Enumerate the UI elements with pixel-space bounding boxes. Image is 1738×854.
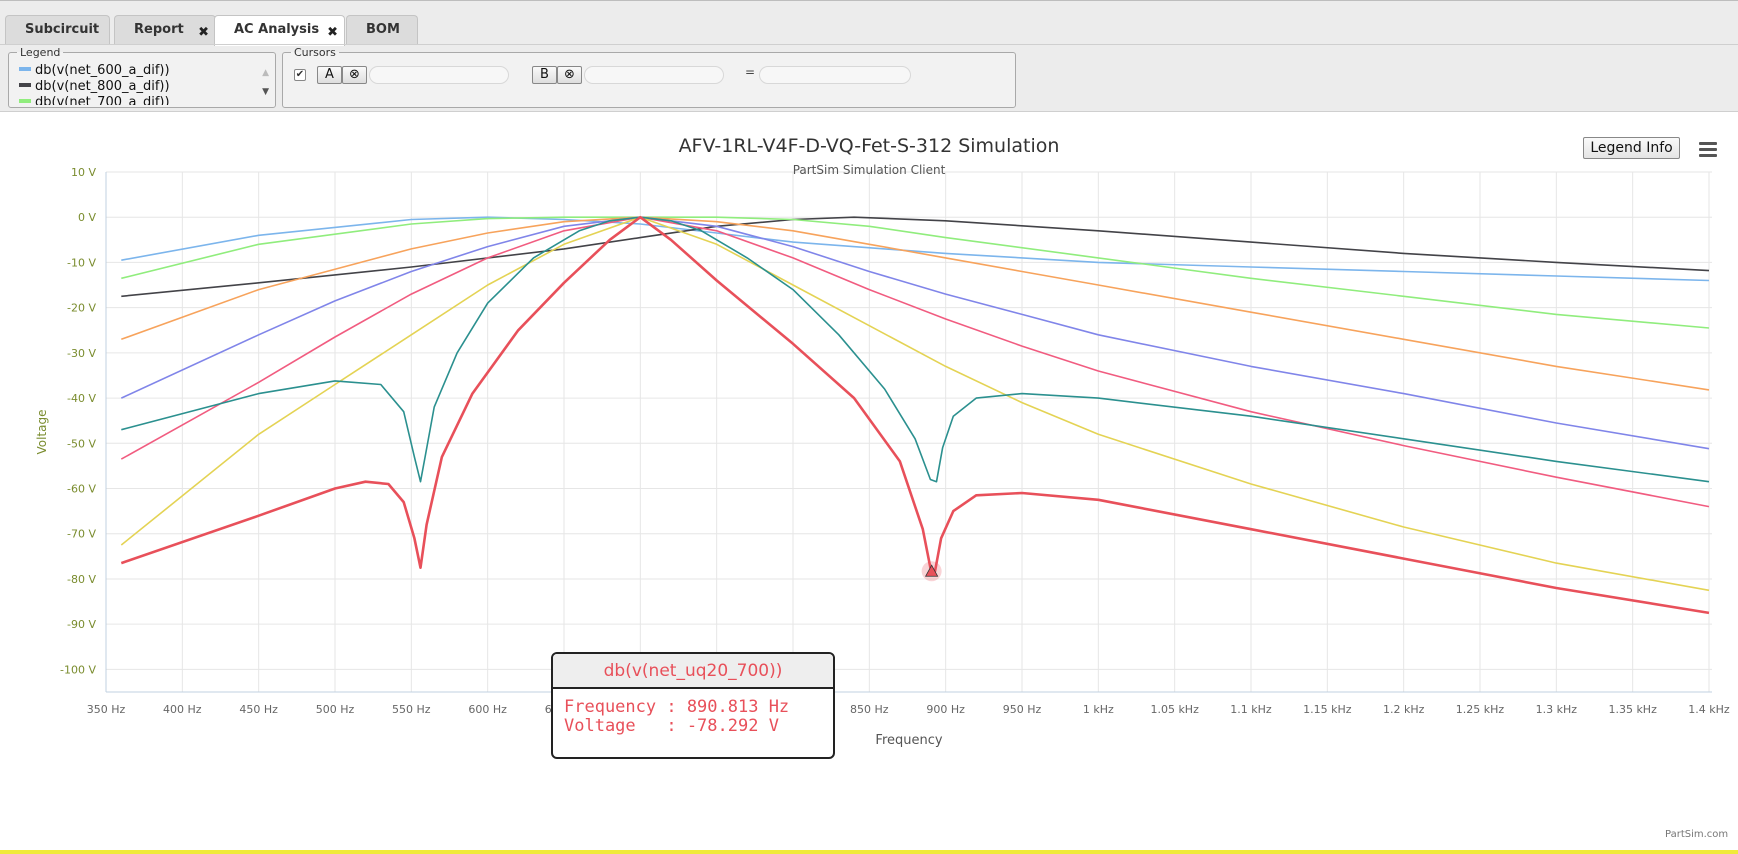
x-tick-label: 1.25 kHz <box>1456 703 1505 716</box>
y-tick-label: 0 V <box>78 211 96 224</box>
ac-analysis-chart[interactable]: 10 V0 V-10 V-20 V-30 V-40 V-50 V-60 V-70… <box>0 113 1738 854</box>
cursor-delta-field[interactable] <box>759 66 911 84</box>
cursors-enable-checkbox[interactable]: ✔ <box>294 69 306 81</box>
tab-subcircuit[interactable]: Subcircuit <box>5 15 110 44</box>
x-tick-label: 1.2 kHz <box>1383 703 1425 716</box>
x-tick-label: 1.4 kHz <box>1688 703 1730 716</box>
series-line <box>120 216 1710 508</box>
x-tick-label: 400 Hz <box>163 703 202 716</box>
y-tick-label: -50 V <box>67 437 96 450</box>
chart-container: 10 V0 V -10 V -20 V -30 V -40 V -50 V -60 V -70… <box>0 113 1738 854</box>
chart-title: AFV-1RL-V4F-D-VQ-Fet-S-312 Simulation <box>678 135 1060 157</box>
hamburger-menu-icon[interactable] <box>1696 139 1720 159</box>
series-swatch <box>19 83 31 87</box>
x-tick-label: 1.3 kHz <box>1536 703 1578 716</box>
cursor-a-button[interactable]: A <box>317 66 342 84</box>
tab-divider <box>0 44 1738 45</box>
legend-item[interactable]: db(v(net_700_a_dif)) <box>19 95 251 105</box>
x-tick-label: 550 Hz <box>392 703 431 716</box>
x-tick-label: 600 Hz <box>468 703 507 716</box>
y-tick-label: -90 V <box>67 618 96 631</box>
legend-panel-title: Legend <box>20 46 61 59</box>
x-tick-label: 1.05 kHz <box>1150 703 1199 716</box>
y-tick-label: -100 V <box>60 663 96 676</box>
x-axis-title: Frequency <box>875 733 942 748</box>
y-tick-label: -30 V <box>67 347 96 360</box>
x-tick-label: 500 Hz <box>316 703 355 716</box>
x-tick-label: 950 Hz <box>1003 703 1042 716</box>
y-tick-label: -10 V <box>67 256 96 269</box>
x-tick-label: 1.1 kHz <box>1230 703 1272 716</box>
equals-sign: = <box>745 65 756 79</box>
x-tick-label: 1 kHz <box>1083 703 1114 716</box>
clear-cursor-a-icon[interactable]: ⊗ <box>342 66 367 84</box>
series-line <box>120 215 1710 615</box>
legend-item[interactable]: db(v(net_600_a_dif)) <box>19 63 251 79</box>
clear-cursor-b-icon[interactable]: ⊗ <box>557 66 582 84</box>
cursor-b-value-field[interactable] <box>584 66 724 84</box>
y-tick-label: -20 V <box>67 302 96 315</box>
x-tick-label: 350 Hz <box>87 703 126 716</box>
legend-panel: Legend db(v(net_600_a_dif)) db(v(net_800… <box>8 47 276 108</box>
status-strip <box>0 850 1738 854</box>
tab-label: Subcircuit <box>25 22 100 37</box>
tab-ac-analysis[interactable]: AC Analysis ✖ <box>214 15 345 46</box>
top-panel: Subcircuit Report ✖ AC Analysis ✖ BOM Le… <box>0 0 1738 112</box>
tab-bom[interactable]: BOM <box>346 15 418 44</box>
scroll-up-icon[interactable]: ▲ <box>262 68 269 78</box>
tab-label: Report <box>134 22 184 37</box>
x-tick-label: 850 Hz <box>850 703 889 716</box>
cursors-panel: Cursors ✔ A ⊗ B ⊗ = <box>282 47 1016 108</box>
y-tick-label: -60 V <box>67 483 96 496</box>
cursor-b-button[interactable]: B <box>532 66 557 84</box>
legend-info-button[interactable]: Legend Info <box>1583 137 1680 159</box>
cursor-a-value-field[interactable] <box>369 66 509 84</box>
close-icon[interactable]: ✖ <box>198 19 209 46</box>
tab-report[interactable]: Report ✖ <box>114 15 216 44</box>
x-tick-label: 1.15 kHz <box>1303 703 1352 716</box>
cursors-panel-title: Cursors <box>294 46 336 59</box>
tab-label: BOM <box>366 22 400 37</box>
close-icon[interactable]: ✖ <box>327 19 338 46</box>
y-tick-label: -40 V <box>67 392 96 405</box>
x-tick-label: 900 Hz <box>926 703 965 716</box>
series-line <box>121 216 1710 282</box>
y-tick-label: -80 V <box>67 573 96 586</box>
legend-item[interactable]: db(v(net_800_a_dif)) <box>19 79 251 95</box>
tooltip-series-name: db(v(net_uq20_700)) <box>553 654 833 689</box>
y-axis-title: Voltage <box>35 409 49 454</box>
x-tick-label: 450 Hz <box>239 703 278 716</box>
scroll-down-icon[interactable]: ▼ <box>262 87 269 97</box>
series-swatch <box>19 99 31 103</box>
x-tick-label: 1.35 kHz <box>1608 703 1657 716</box>
tooltip-frequency: Frequency : 890.813 Hz <box>564 697 790 717</box>
credits-link[interactable]: PartSim.com <box>1665 829 1728 840</box>
legend-list[interactable]: db(v(net_600_a_dif)) db(v(net_800_a_dif)… <box>19 63 251 105</box>
y-tick-label: -70 V <box>67 528 96 541</box>
chart-tooltip: db(v(net_uq20_700)) Frequency : 890.813 … <box>551 652 835 759</box>
tooltip-voltage: Voltage : -78.292 V <box>564 716 779 736</box>
chart-subtitle: PartSim Simulation Client <box>792 163 946 177</box>
tab-label: AC Analysis <box>234 22 320 37</box>
series-swatch <box>19 67 31 71</box>
